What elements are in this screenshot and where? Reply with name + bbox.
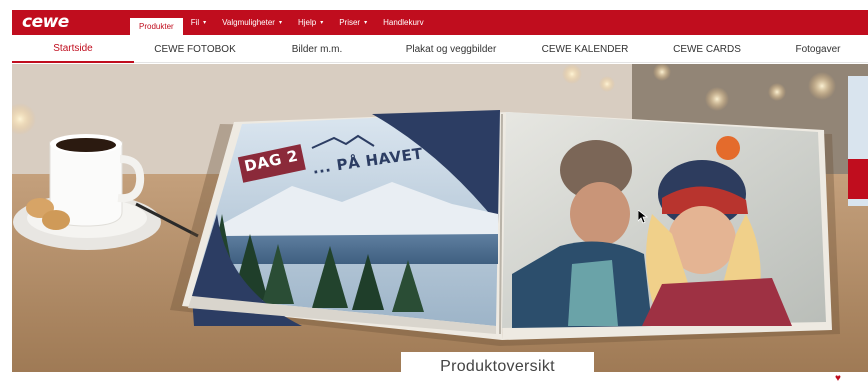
nav-cewe-fotobok[interactable]: CEWE FOTOBOK bbox=[134, 35, 256, 63]
nav-fotogaver[interactable]: Fotogaver bbox=[768, 35, 868, 63]
menu-fil[interactable]: Fil ▾ bbox=[183, 10, 214, 35]
nav-bilder[interactable]: Bilder m.m. bbox=[256, 35, 378, 63]
nav-cewe-cards[interactable]: CEWE CARDS bbox=[646, 35, 768, 63]
menu-priser[interactable]: Priser ▾ bbox=[331, 10, 375, 35]
top-menu-bar: cewe Produkter Fil ▾ Valgmuligheter ▾ Hj… bbox=[12, 10, 868, 35]
cewe-logo[interactable]: cewe bbox=[22, 12, 69, 32]
nav-startside[interactable]: Startside bbox=[12, 35, 134, 63]
menu-priser-label: Priser bbox=[339, 18, 361, 27]
menu-hjelp-label: Hjelp bbox=[297, 18, 317, 27]
menu-hjelp[interactable]: Hjelp ▾ bbox=[290, 10, 331, 35]
menu-valgmuligheter[interactable]: Valgmuligheter ▾ bbox=[214, 10, 290, 35]
chevron-down-icon: ▾ bbox=[364, 20, 368, 26]
menu-handlekurv-label: Handlekurv bbox=[383, 18, 424, 27]
menu-produkter-label: Produkter bbox=[139, 22, 174, 31]
hero-banner[interactable]: DAG 2 ... PÅ HAVET bbox=[12, 64, 868, 372]
nav-plakat-og-veggbilder[interactable]: Plakat og veggbilder bbox=[378, 35, 524, 63]
chevron-down-icon: ▾ bbox=[278, 20, 282, 26]
chevron-down-icon: ▾ bbox=[320, 20, 324, 26]
menu-fil-label: Fil bbox=[190, 18, 200, 27]
menu-valgmuligheter-label: Valgmuligheter bbox=[222, 18, 275, 27]
cursor-arrow-icon bbox=[638, 210, 648, 224]
category-nav: Startside CEWE FOTOBOK Bilder m.m. Plaka… bbox=[12, 35, 868, 63]
hero-illustration bbox=[12, 64, 868, 372]
chevron-down-icon: ▾ bbox=[203, 20, 207, 26]
menu-handlekurv[interactable]: Handlekurv bbox=[375, 10, 431, 35]
nav-cewe-kalender[interactable]: CEWE KALENDER bbox=[524, 35, 646, 63]
product-overview-tab[interactable]: Produktoversikt bbox=[401, 352, 594, 381]
menu-produkter[interactable]: Produkter bbox=[130, 18, 183, 35]
heart-icon[interactable]: ♥ bbox=[835, 373, 841, 381]
top-menu: Produkter Fil ▾ Valgmuligheter ▾ Hjelp ▾… bbox=[130, 10, 432, 35]
